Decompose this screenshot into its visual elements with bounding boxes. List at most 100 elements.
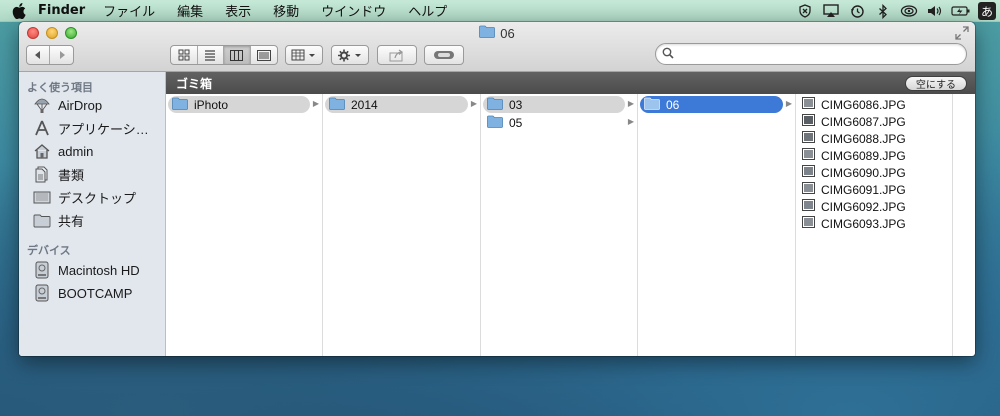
list-item[interactable]: 2014 bbox=[325, 96, 468, 113]
list-item[interactable]: CIMG6090.JPG bbox=[802, 164, 906, 181]
search-input[interactable] bbox=[678, 47, 966, 61]
edit-tags-button[interactable] bbox=[424, 45, 464, 65]
list-item[interactable]: CIMG6086.JPG bbox=[802, 96, 906, 113]
airdrop-icon bbox=[33, 96, 51, 114]
menu-file[interactable]: ファイル bbox=[103, 1, 155, 20]
menu-bar: Finder ファイル 編集 表示 移動 ウインドウ ヘルプ あ bbox=[0, 0, 1000, 22]
trash-bar: ゴミ箱 空にする bbox=[166, 72, 975, 94]
cover-flow-button[interactable] bbox=[251, 46, 277, 64]
list-item[interactable]: 03 bbox=[483, 96, 625, 113]
airplay-icon[interactable] bbox=[818, 0, 844, 22]
list-view-button[interactable] bbox=[198, 46, 224, 64]
apple-menu-icon[interactable] bbox=[12, 2, 28, 19]
sidebar-item-label: BOOTCAMP bbox=[58, 285, 133, 301]
shield-icon[interactable] bbox=[792, 0, 818, 22]
image-file-icon bbox=[802, 131, 815, 146]
sidebar-item-label: admin bbox=[58, 143, 94, 159]
action-button[interactable] bbox=[331, 45, 369, 65]
sidebar-item-label: 共有 bbox=[58, 213, 85, 229]
sidebar-item-applications[interactable]: アプリケーシ… bbox=[33, 118, 165, 138]
folder-icon bbox=[487, 97, 503, 113]
search-field[interactable] bbox=[655, 43, 967, 65]
documents-icon bbox=[33, 165, 51, 183]
arrange-button[interactable] bbox=[285, 45, 323, 65]
file-name: CIMG6093.JPG bbox=[821, 216, 906, 231]
bluetooth-icon[interactable] bbox=[870, 0, 896, 22]
folder-icon bbox=[479, 25, 496, 41]
sidebar-item-macintosh-hd[interactable]: Macintosh HD bbox=[33, 260, 165, 280]
menu-app-finder[interactable]: Finder bbox=[38, 3, 85, 18]
file-name: CIMG6091.JPG bbox=[821, 182, 906, 197]
sidebar-item-desktop[interactable]: デスクトップ bbox=[33, 187, 165, 207]
folder-icon bbox=[329, 97, 345, 113]
sidebar: よく使う項目 AirDrop アプリケーシ… admin 書類 デスクトップ 共… bbox=[19, 72, 166, 356]
column-5: CIMG6086.JPG CIMG6087.JPG CIMG6088.JPG C… bbox=[796, 94, 953, 356]
empty-trash-button[interactable]: 空にする bbox=[904, 76, 967, 91]
column-3: 03 ▶ 05 ▶ bbox=[481, 94, 638, 356]
status-area: あ bbox=[792, 0, 1000, 22]
disclosure-arrow-icon: ▶ bbox=[627, 117, 634, 126]
list-item[interactable]: 06 bbox=[640, 96, 783, 113]
list-item[interactable]: iPhoto bbox=[168, 96, 310, 113]
file-name: CIMG6087.JPG bbox=[821, 114, 906, 129]
list-item[interactable]: CIMG6091.JPG bbox=[802, 181, 906, 198]
list-item[interactable]: CIMG6093.JPG bbox=[802, 215, 906, 232]
trash-label: ゴミ箱 bbox=[176, 76, 213, 91]
list-item[interactable]: CIMG6092.JPG bbox=[802, 198, 906, 215]
back-button[interactable] bbox=[27, 46, 51, 64]
column-browser: iPhoto ▶ 2014 ▶ 03 ▶ 05 ▶ 06 ▶ CIMG6086.… bbox=[166, 94, 975, 356]
column-2: 2014 ▶ bbox=[323, 94, 481, 356]
home-icon bbox=[33, 142, 51, 160]
menu-go[interactable]: 移動 bbox=[273, 1, 299, 20]
folder-icon bbox=[33, 211, 51, 229]
sidebar-item-documents[interactable]: 書類 bbox=[33, 164, 165, 184]
list-item[interactable]: CIMG6089.JPG bbox=[802, 147, 906, 164]
column-view-button[interactable] bbox=[224, 46, 251, 64]
sidebar-item-airdrop[interactable]: AirDrop bbox=[33, 95, 165, 115]
folder-icon bbox=[644, 97, 660, 113]
hard-drive-icon bbox=[33, 284, 51, 302]
input-method-icon[interactable]: あ bbox=[978, 2, 996, 20]
image-file-icon bbox=[802, 114, 815, 129]
list-item[interactable]: CIMG6088.JPG bbox=[802, 130, 906, 147]
menu-edit[interactable]: 編集 bbox=[177, 1, 203, 20]
file-name: CIMG6086.JPG bbox=[821, 97, 906, 112]
file-name: CIMG6088.JPG bbox=[821, 131, 906, 146]
menu-window[interactable]: ウインドウ bbox=[321, 1, 386, 20]
image-file-icon bbox=[802, 148, 815, 163]
sidebar-item-home[interactable]: admin bbox=[33, 141, 165, 161]
forward-button[interactable] bbox=[50, 46, 73, 64]
view-mode-control bbox=[170, 45, 278, 65]
item-label: 03 bbox=[509, 97, 523, 112]
item-label: 05 bbox=[509, 115, 523, 130]
applications-icon bbox=[33, 119, 51, 137]
image-file-icon bbox=[802, 97, 815, 112]
icon-view-button[interactable] bbox=[171, 46, 198, 64]
sidebar-heading-devices: デバイス bbox=[27, 245, 71, 257]
list-item[interactable]: 05 bbox=[483, 114, 625, 131]
disclosure-arrow-icon: ▶ bbox=[470, 99, 477, 108]
menu-help[interactable]: ヘルプ bbox=[408, 1, 447, 20]
sidebar-heading-favorites: よく使う項目 bbox=[27, 82, 93, 94]
window-title: 06 bbox=[19, 25, 975, 41]
menu-view[interactable]: 表示 bbox=[225, 1, 251, 20]
disclosure-arrow-icon: ▶ bbox=[627, 99, 634, 108]
title-bar[interactable]: 06 bbox=[19, 22, 975, 72]
list-item[interactable]: CIMG6087.JPG bbox=[802, 113, 906, 130]
item-label: iPhoto bbox=[194, 97, 229, 112]
image-file-icon bbox=[802, 165, 815, 180]
fullscreen-icon[interactable] bbox=[955, 26, 969, 40]
folder-icon bbox=[487, 115, 503, 131]
file-name: CIMG6089.JPG bbox=[821, 148, 906, 163]
sidebar-item-bootcamp[interactable]: BOOTCAMP bbox=[33, 283, 165, 303]
image-file-icon bbox=[802, 216, 815, 231]
share-button[interactable] bbox=[377, 45, 417, 65]
column-1: iPhoto ▶ bbox=[166, 94, 323, 356]
wifi-icon[interactable] bbox=[896, 0, 922, 22]
battery-icon[interactable] bbox=[948, 0, 974, 22]
volume-icon[interactable] bbox=[922, 0, 948, 22]
disclosure-arrow-icon: ▶ bbox=[785, 99, 792, 108]
sidebar-item-shared[interactable]: 共有 bbox=[33, 210, 165, 230]
time-machine-icon[interactable] bbox=[844, 0, 870, 22]
finder-window: 06 よく使う項目 AirDrop アプリケーシ… admin 書類 デスクトッ… bbox=[19, 22, 975, 356]
